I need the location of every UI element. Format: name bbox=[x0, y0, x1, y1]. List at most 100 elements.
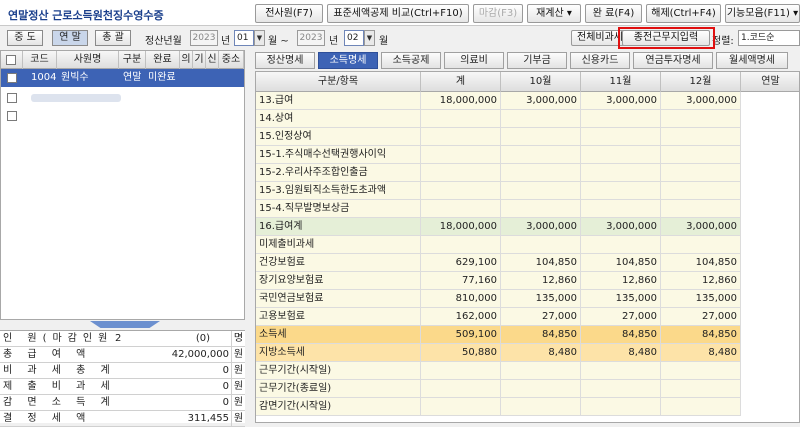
table-cell[interactable] bbox=[661, 380, 741, 398]
table-cell[interactable]: 509,100 bbox=[421, 326, 501, 344]
table-cell[interactable]: 84,850 bbox=[581, 326, 661, 344]
table-row[interactable]: 건강보험료 629,100 104,850 104,850 104,850 bbox=[256, 254, 799, 272]
table-cell[interactable]: 104,850 bbox=[661, 254, 741, 272]
table-cell[interactable] bbox=[741, 218, 799, 236]
mid-settlement-toggle[interactable]: 중 도 bbox=[7, 30, 43, 46]
functions-menu-button[interactable]: 기능모음(F11) ▾ bbox=[725, 4, 800, 23]
table-row[interactable]: 감면기간(시작일) bbox=[256, 398, 799, 416]
table-cell[interactable] bbox=[581, 182, 661, 200]
table-cell[interactable]: 135,000 bbox=[581, 290, 661, 308]
table-cell[interactable]: 162,000 bbox=[421, 308, 501, 326]
table-cell[interactable] bbox=[421, 200, 501, 218]
row-checkbox[interactable] bbox=[7, 93, 17, 103]
table-row[interactable]: 15.인정상여 bbox=[256, 128, 799, 146]
table-cell[interactable]: 3,000,000 bbox=[501, 218, 581, 236]
table-cell[interactable]: 135,000 bbox=[501, 290, 581, 308]
table-cell[interactable] bbox=[581, 128, 661, 146]
table-cell[interactable]: 18,000,000 bbox=[421, 218, 501, 236]
table-cell[interactable]: 629,100 bbox=[421, 254, 501, 272]
table-cell[interactable] bbox=[501, 200, 581, 218]
table-cell[interactable]: 12,860 bbox=[661, 272, 741, 290]
table-cell[interactable]: 3,000,000 bbox=[661, 92, 741, 110]
table-cell[interactable] bbox=[741, 344, 799, 362]
year-end-toggle[interactable]: 연 말 bbox=[52, 30, 88, 46]
table-cell[interactable] bbox=[421, 110, 501, 128]
table-cell[interactable]: 3,000,000 bbox=[501, 92, 581, 110]
summary-toggle[interactable]: 총 괄 bbox=[95, 30, 131, 46]
table-cell[interactable]: 3,000,000 bbox=[581, 92, 661, 110]
table-cell[interactable] bbox=[661, 146, 741, 164]
table-cell[interactable] bbox=[421, 128, 501, 146]
table-cell[interactable] bbox=[661, 200, 741, 218]
table-cell[interactable]: 810,000 bbox=[421, 290, 501, 308]
table-cell[interactable]: 104,850 bbox=[581, 254, 661, 272]
select-all-checkbox[interactable] bbox=[6, 55, 16, 65]
table-cell[interactable] bbox=[581, 236, 661, 254]
table-cell[interactable] bbox=[741, 254, 799, 272]
table-cell[interactable] bbox=[741, 398, 799, 416]
release-button[interactable]: 해제(Ctrl+F4) bbox=[646, 4, 721, 23]
sort-select[interactable]: 1.코드순 bbox=[738, 30, 800, 46]
table-cell[interactable]: 3,000,000 bbox=[661, 218, 741, 236]
table-cell[interactable] bbox=[741, 362, 799, 380]
tab-pension-investment[interactable]: 연금투자명세 bbox=[633, 52, 713, 69]
table-cell[interactable] bbox=[581, 398, 661, 416]
complete-button[interactable]: 완 료(F4) bbox=[585, 4, 642, 23]
table-row[interactable]: 13.급여 18,000,000 3,000,000 3,000,000 3,000,0… bbox=[256, 92, 799, 110]
splitter-handle[interactable] bbox=[90, 321, 160, 328]
table-cell[interactable] bbox=[741, 146, 799, 164]
table-row[interactable]: 15-1.주식매수선택권행사이익 bbox=[256, 146, 799, 164]
select-all-cell[interactable] bbox=[1, 51, 23, 69]
table-cell[interactable] bbox=[741, 380, 799, 398]
table-cell[interactable] bbox=[421, 182, 501, 200]
table-cell[interactable] bbox=[741, 290, 799, 308]
tab-donation[interactable]: 기부금 bbox=[507, 52, 567, 69]
table-cell[interactable] bbox=[501, 146, 581, 164]
tab-medical[interactable]: 의료비 bbox=[444, 52, 504, 69]
table-cell[interactable]: 18,000,000 bbox=[421, 92, 501, 110]
tab-monthly-rent[interactable]: 월세액명세 bbox=[716, 52, 788, 69]
table-cell[interactable]: 8,480 bbox=[581, 344, 661, 362]
table-cell[interactable]: 27,000 bbox=[661, 308, 741, 326]
table-cell[interactable]: 27,000 bbox=[501, 308, 581, 326]
table-row[interactable]: 근무기간(시작일) bbox=[256, 362, 799, 380]
table-cell[interactable] bbox=[501, 362, 581, 380]
table-cell[interactable]: 8,480 bbox=[501, 344, 581, 362]
table-cell[interactable]: 135,000 bbox=[661, 290, 741, 308]
all-employees-button[interactable]: 전사원(F7) bbox=[255, 4, 323, 23]
table-cell[interactable] bbox=[741, 128, 799, 146]
table-cell[interactable] bbox=[741, 182, 799, 200]
table-cell[interactable] bbox=[741, 110, 799, 128]
table-cell[interactable] bbox=[421, 380, 501, 398]
table-cell[interactable] bbox=[421, 164, 501, 182]
table-cell[interactable] bbox=[661, 164, 741, 182]
table-cell[interactable] bbox=[741, 92, 799, 110]
start-year-field[interactable]: 2023 bbox=[190, 30, 218, 46]
table-row[interactable]: 15-3.임원퇴직소득한도초과액 bbox=[256, 182, 799, 200]
chevron-down-icon[interactable]: ▼ bbox=[254, 30, 265, 46]
table-row[interactable]: 근무기간(종료일) bbox=[256, 380, 799, 398]
table-cell[interactable] bbox=[741, 200, 799, 218]
table-cell[interactable] bbox=[421, 362, 501, 380]
table-row[interactable]: 소득세 509,100 84,850 84,850 84,850 bbox=[256, 326, 799, 344]
table-cell[interactable]: 104,850 bbox=[501, 254, 581, 272]
table-cell[interactable] bbox=[501, 398, 581, 416]
table-cell[interactable] bbox=[741, 236, 799, 254]
table-cell[interactable] bbox=[581, 164, 661, 182]
table-cell[interactable] bbox=[661, 398, 741, 416]
end-year-field[interactable]: 2023 bbox=[297, 30, 325, 46]
table-row[interactable]: 장기요양보험료 77,160 12,860 12,860 12,860 bbox=[256, 272, 799, 290]
table-row[interactable]: 15-2.우리사주조합인출금 bbox=[256, 164, 799, 182]
tab-credit-card[interactable]: 신용카드 bbox=[570, 52, 630, 69]
table-row[interactable]: 지방소득세 50,880 8,480 8,480 8,480 bbox=[256, 344, 799, 362]
table-cell[interactable] bbox=[501, 128, 581, 146]
table-cell[interactable] bbox=[581, 380, 661, 398]
table-row[interactable]: 미제출비과세 bbox=[256, 236, 799, 254]
table-cell[interactable]: 12,860 bbox=[501, 272, 581, 290]
start-month-select[interactable]: 01 bbox=[234, 30, 254, 46]
table-row[interactable]: 14.상여 bbox=[256, 110, 799, 128]
table-cell[interactable] bbox=[661, 110, 741, 128]
table-row[interactable]: 15-4.직무발명보상금 bbox=[256, 200, 799, 218]
table-cell[interactable] bbox=[661, 362, 741, 380]
table-cell[interactable] bbox=[741, 308, 799, 326]
